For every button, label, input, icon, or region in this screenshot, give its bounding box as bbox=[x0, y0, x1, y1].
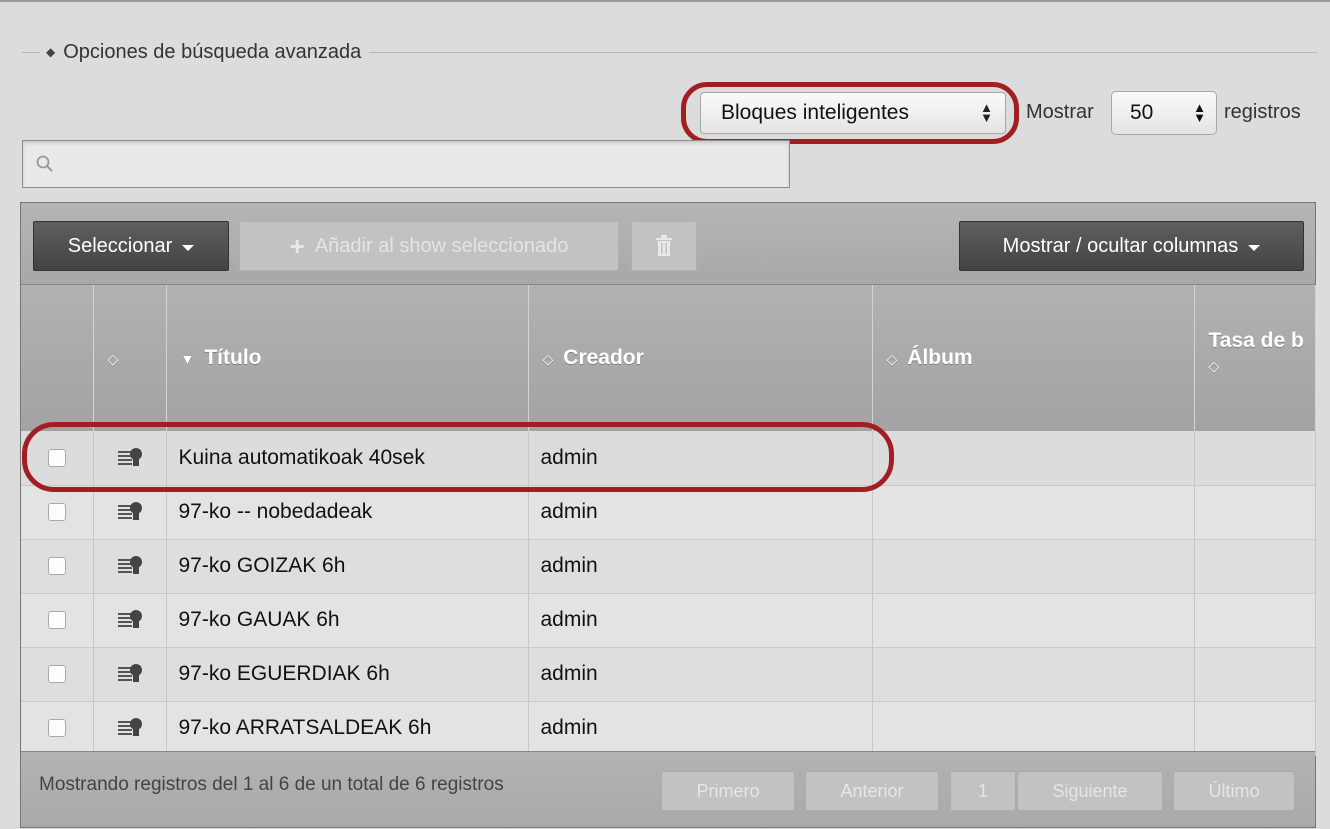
header-album[interactable]: ◇ Álbum bbox=[872, 285, 1195, 431]
table-toolbar: Seleccionar + Añadir al show seleccionad… bbox=[21, 203, 1315, 285]
row-checkbox[interactable] bbox=[47, 665, 66, 684]
row-type-cell bbox=[93, 485, 167, 540]
row-creator: admin bbox=[528, 647, 873, 702]
sort-icon: ◇ bbox=[1208, 358, 1220, 374]
row-title: 97-ko GAUAK 6h bbox=[166, 593, 529, 648]
records-count-select[interactable]: 50 ▲ ▼ bbox=[1111, 91, 1217, 135]
row-creator: admin bbox=[528, 539, 873, 594]
library-table-panel: Seleccionar + Añadir al show seleccionad… bbox=[20, 202, 1316, 828]
search-icon bbox=[36, 155, 53, 172]
header-checkbox-column bbox=[21, 285, 94, 431]
row-bitrate bbox=[1194, 647, 1316, 702]
records-count-value: 50 bbox=[1130, 101, 1154, 124]
table-row[interactable]: 97-ko GAUAK 6h admin bbox=[21, 593, 1316, 648]
select-highlight-annotation bbox=[681, 82, 1019, 144]
sort-icon: ◇ bbox=[886, 351, 898, 367]
sort-icon: ◇ bbox=[542, 351, 554, 367]
row-album bbox=[872, 431, 1195, 486]
table-row[interactable]: 97-ko GOIZAK 6h admin bbox=[21, 539, 1316, 594]
row-checkbox[interactable] bbox=[47, 611, 66, 630]
row-bitrate bbox=[1194, 701, 1316, 756]
header-creator[interactable]: ◇ Creador bbox=[528, 285, 873, 431]
header-album-label: Álbum bbox=[907, 346, 973, 369]
table-row[interactable]: 97-ko -- nobedadeak admin bbox=[21, 485, 1316, 540]
previous-page-button[interactable]: Anterior bbox=[805, 771, 939, 811]
row-bitrate bbox=[1194, 539, 1316, 594]
library-table: ◇ ▼ Título ◇ Creador ◇ Álbum Tasa de b ◇ Kui… bbox=[21, 285, 1316, 756]
row-bitrate bbox=[1194, 485, 1316, 540]
row-album bbox=[872, 701, 1195, 756]
row-checkbox-cell bbox=[21, 485, 94, 540]
row-bitrate bbox=[1194, 593, 1316, 648]
trash-icon bbox=[656, 235, 672, 256]
row-type-cell bbox=[93, 647, 167, 702]
row-album bbox=[872, 647, 1195, 702]
delete-button[interactable] bbox=[631, 221, 697, 271]
add-to-show-button[interactable]: + Añadir al show seleccionado bbox=[239, 221, 619, 271]
smart-block-icon bbox=[117, 502, 142, 521]
select-button[interactable]: Seleccionar bbox=[33, 221, 229, 271]
table-header-row: ◇ ▼ Título ◇ Creador ◇ Álbum Tasa de b ◇ bbox=[21, 285, 1316, 431]
row-title: 97-ko -- nobedadeak bbox=[166, 485, 529, 540]
row-highlight-annotation bbox=[22, 422, 894, 492]
advanced-search-legend: Opciones de búsqueda avanzada bbox=[63, 40, 362, 63]
add-to-show-label: Añadir al show seleccionado bbox=[314, 234, 569, 257]
table-footer: Mostrando registros del 1 al 6 de un tot… bbox=[21, 751, 1315, 827]
row-creator: admin bbox=[528, 485, 873, 540]
header-title-label: Título bbox=[204, 346, 262, 369]
advanced-search-toggle[interactable]: ◆ Opciones de búsqueda avanzada bbox=[40, 37, 370, 67]
caret-down-icon bbox=[1248, 244, 1261, 251]
smart-block-icon bbox=[117, 718, 142, 737]
smart-block-icon bbox=[117, 664, 142, 683]
sort-desc-icon: ▼ bbox=[180, 351, 195, 367]
header-bitrate-label: Tasa de b bbox=[1208, 329, 1304, 352]
row-checkbox-cell bbox=[21, 593, 94, 648]
row-bitrate bbox=[1194, 431, 1316, 486]
toggle-columns-button[interactable]: Mostrar / ocultar columnas bbox=[959, 221, 1304, 271]
row-checkbox-cell bbox=[21, 701, 94, 756]
header-title[interactable]: ▼ Título bbox=[166, 285, 529, 431]
select-arrows-icon: ▲ ▼ bbox=[1193, 100, 1206, 125]
row-title: 97-ko ARRATSALDEAK 6h bbox=[166, 701, 529, 756]
row-title: 97-ko GOIZAK 6h bbox=[166, 539, 529, 594]
row-checkbox-cell bbox=[21, 647, 94, 702]
caret-down-icon bbox=[182, 244, 195, 251]
header-type-column[interactable]: ◇ bbox=[93, 285, 167, 431]
records-label: registros bbox=[1224, 101, 1301, 123]
row-creator: admin bbox=[528, 701, 873, 756]
row-type-cell bbox=[93, 539, 167, 594]
row-creator: admin bbox=[528, 593, 873, 648]
show-label: Mostrar bbox=[1026, 101, 1094, 123]
select-button-label: Seleccionar bbox=[67, 234, 173, 257]
smart-block-icon bbox=[117, 610, 142, 629]
row-checkbox-cell bbox=[21, 539, 94, 594]
next-page-button[interactable]: Siguiente bbox=[1017, 771, 1163, 811]
row-title: 97-ko EGUERDIAK 6h bbox=[166, 647, 529, 702]
last-page-button[interactable]: Último bbox=[1173, 771, 1295, 811]
search-input[interactable] bbox=[55, 141, 789, 187]
first-page-button[interactable]: Primero bbox=[661, 771, 795, 811]
toggle-columns-label: Mostrar / ocultar columnas bbox=[1002, 234, 1239, 257]
page-frame: ◆ Opciones de búsqueda avanzada Bloques … bbox=[0, 0, 1330, 829]
smart-block-icon bbox=[117, 556, 142, 575]
row-checkbox[interactable] bbox=[47, 503, 66, 522]
plus-icon: + bbox=[289, 231, 305, 261]
row-album bbox=[872, 593, 1195, 648]
table-row[interactable]: 97-ko EGUERDIAK 6h admin bbox=[21, 647, 1316, 702]
row-album bbox=[872, 539, 1195, 594]
header-creator-label: Creador bbox=[563, 346, 644, 369]
row-checkbox[interactable] bbox=[47, 719, 66, 738]
sort-icon: ◇ bbox=[107, 351, 119, 367]
row-album bbox=[872, 485, 1195, 540]
row-checkbox[interactable] bbox=[47, 557, 66, 576]
search-field[interactable] bbox=[22, 140, 790, 188]
header-bitrate[interactable]: Tasa de b ◇ bbox=[1194, 285, 1316, 431]
records-info: Mostrando registros del 1 al 6 de un tot… bbox=[39, 774, 504, 795]
expand-toggle-icon: ◆ bbox=[46, 45, 56, 59]
table-row[interactable]: 97-ko ARRATSALDEAK 6h admin bbox=[21, 701, 1316, 756]
row-type-cell bbox=[93, 593, 167, 648]
page-number-button[interactable]: 1 bbox=[950, 771, 1016, 811]
row-type-cell bbox=[93, 701, 167, 756]
